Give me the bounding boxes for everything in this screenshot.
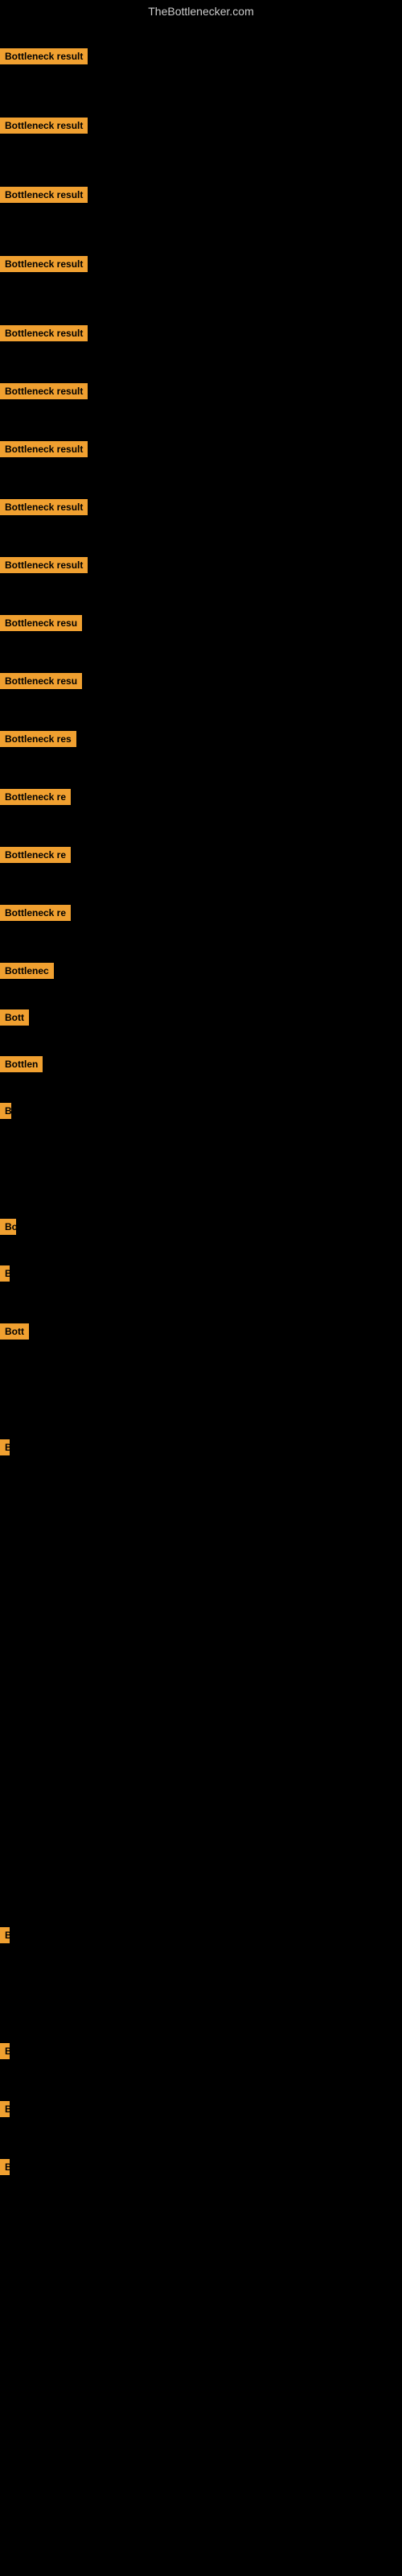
bottleneck-badge[interactable]: B: [0, 1265, 10, 1282]
bottleneck-badge[interactable]: Bottleneck result: [0, 325, 88, 341]
bottleneck-badge[interactable]: Bottleneck result: [0, 48, 88, 64]
bottleneck-badge[interactable]: Bottleneck result: [0, 557, 88, 573]
bottleneck-badge[interactable]: Bottleneck result: [0, 118, 88, 134]
bottleneck-badge[interactable]: Bo: [0, 1219, 16, 1235]
bottleneck-badge[interactable]: B: [0, 1103, 11, 1119]
bottleneck-badge[interactable]: Bottleneck resu: [0, 615, 82, 631]
bottleneck-badge[interactable]: Bottleneck re: [0, 905, 71, 921]
bottleneck-badge[interactable]: Bottleneck resu: [0, 673, 82, 689]
bottleneck-badge[interactable]: Bottlenec: [0, 963, 54, 979]
bottleneck-badge[interactable]: Bottleneck result: [0, 383, 88, 399]
bottleneck-badge[interactable]: Bottleneck re: [0, 789, 71, 805]
bottleneck-badge[interactable]: B: [0, 1927, 10, 1943]
bottleneck-badge[interactable]: Bott: [0, 1009, 29, 1026]
bottleneck-badge[interactable]: Bottlen: [0, 1056, 43, 1072]
bottleneck-badge[interactable]: Bott: [0, 1323, 29, 1340]
bottleneck-badge[interactable]: Bottleneck result: [0, 499, 88, 515]
bottleneck-badge[interactable]: Bottleneck result: [0, 187, 88, 203]
bottleneck-badge[interactable]: Bottleneck result: [0, 441, 88, 457]
bottleneck-badge[interactable]: B: [0, 2101, 10, 2117]
site-title: TheBottlenecker.com: [0, 0, 402, 23]
bottleneck-badge[interactable]: Bottleneck res: [0, 731, 76, 747]
bottleneck-badge[interactable]: B: [0, 2043, 10, 2059]
bottleneck-badge[interactable]: B: [0, 1439, 10, 1455]
bottleneck-badge[interactable]: Bottleneck re: [0, 847, 71, 863]
bottleneck-badge[interactable]: B: [0, 2159, 10, 2175]
bottleneck-badge[interactable]: Bottleneck result: [0, 256, 88, 272]
